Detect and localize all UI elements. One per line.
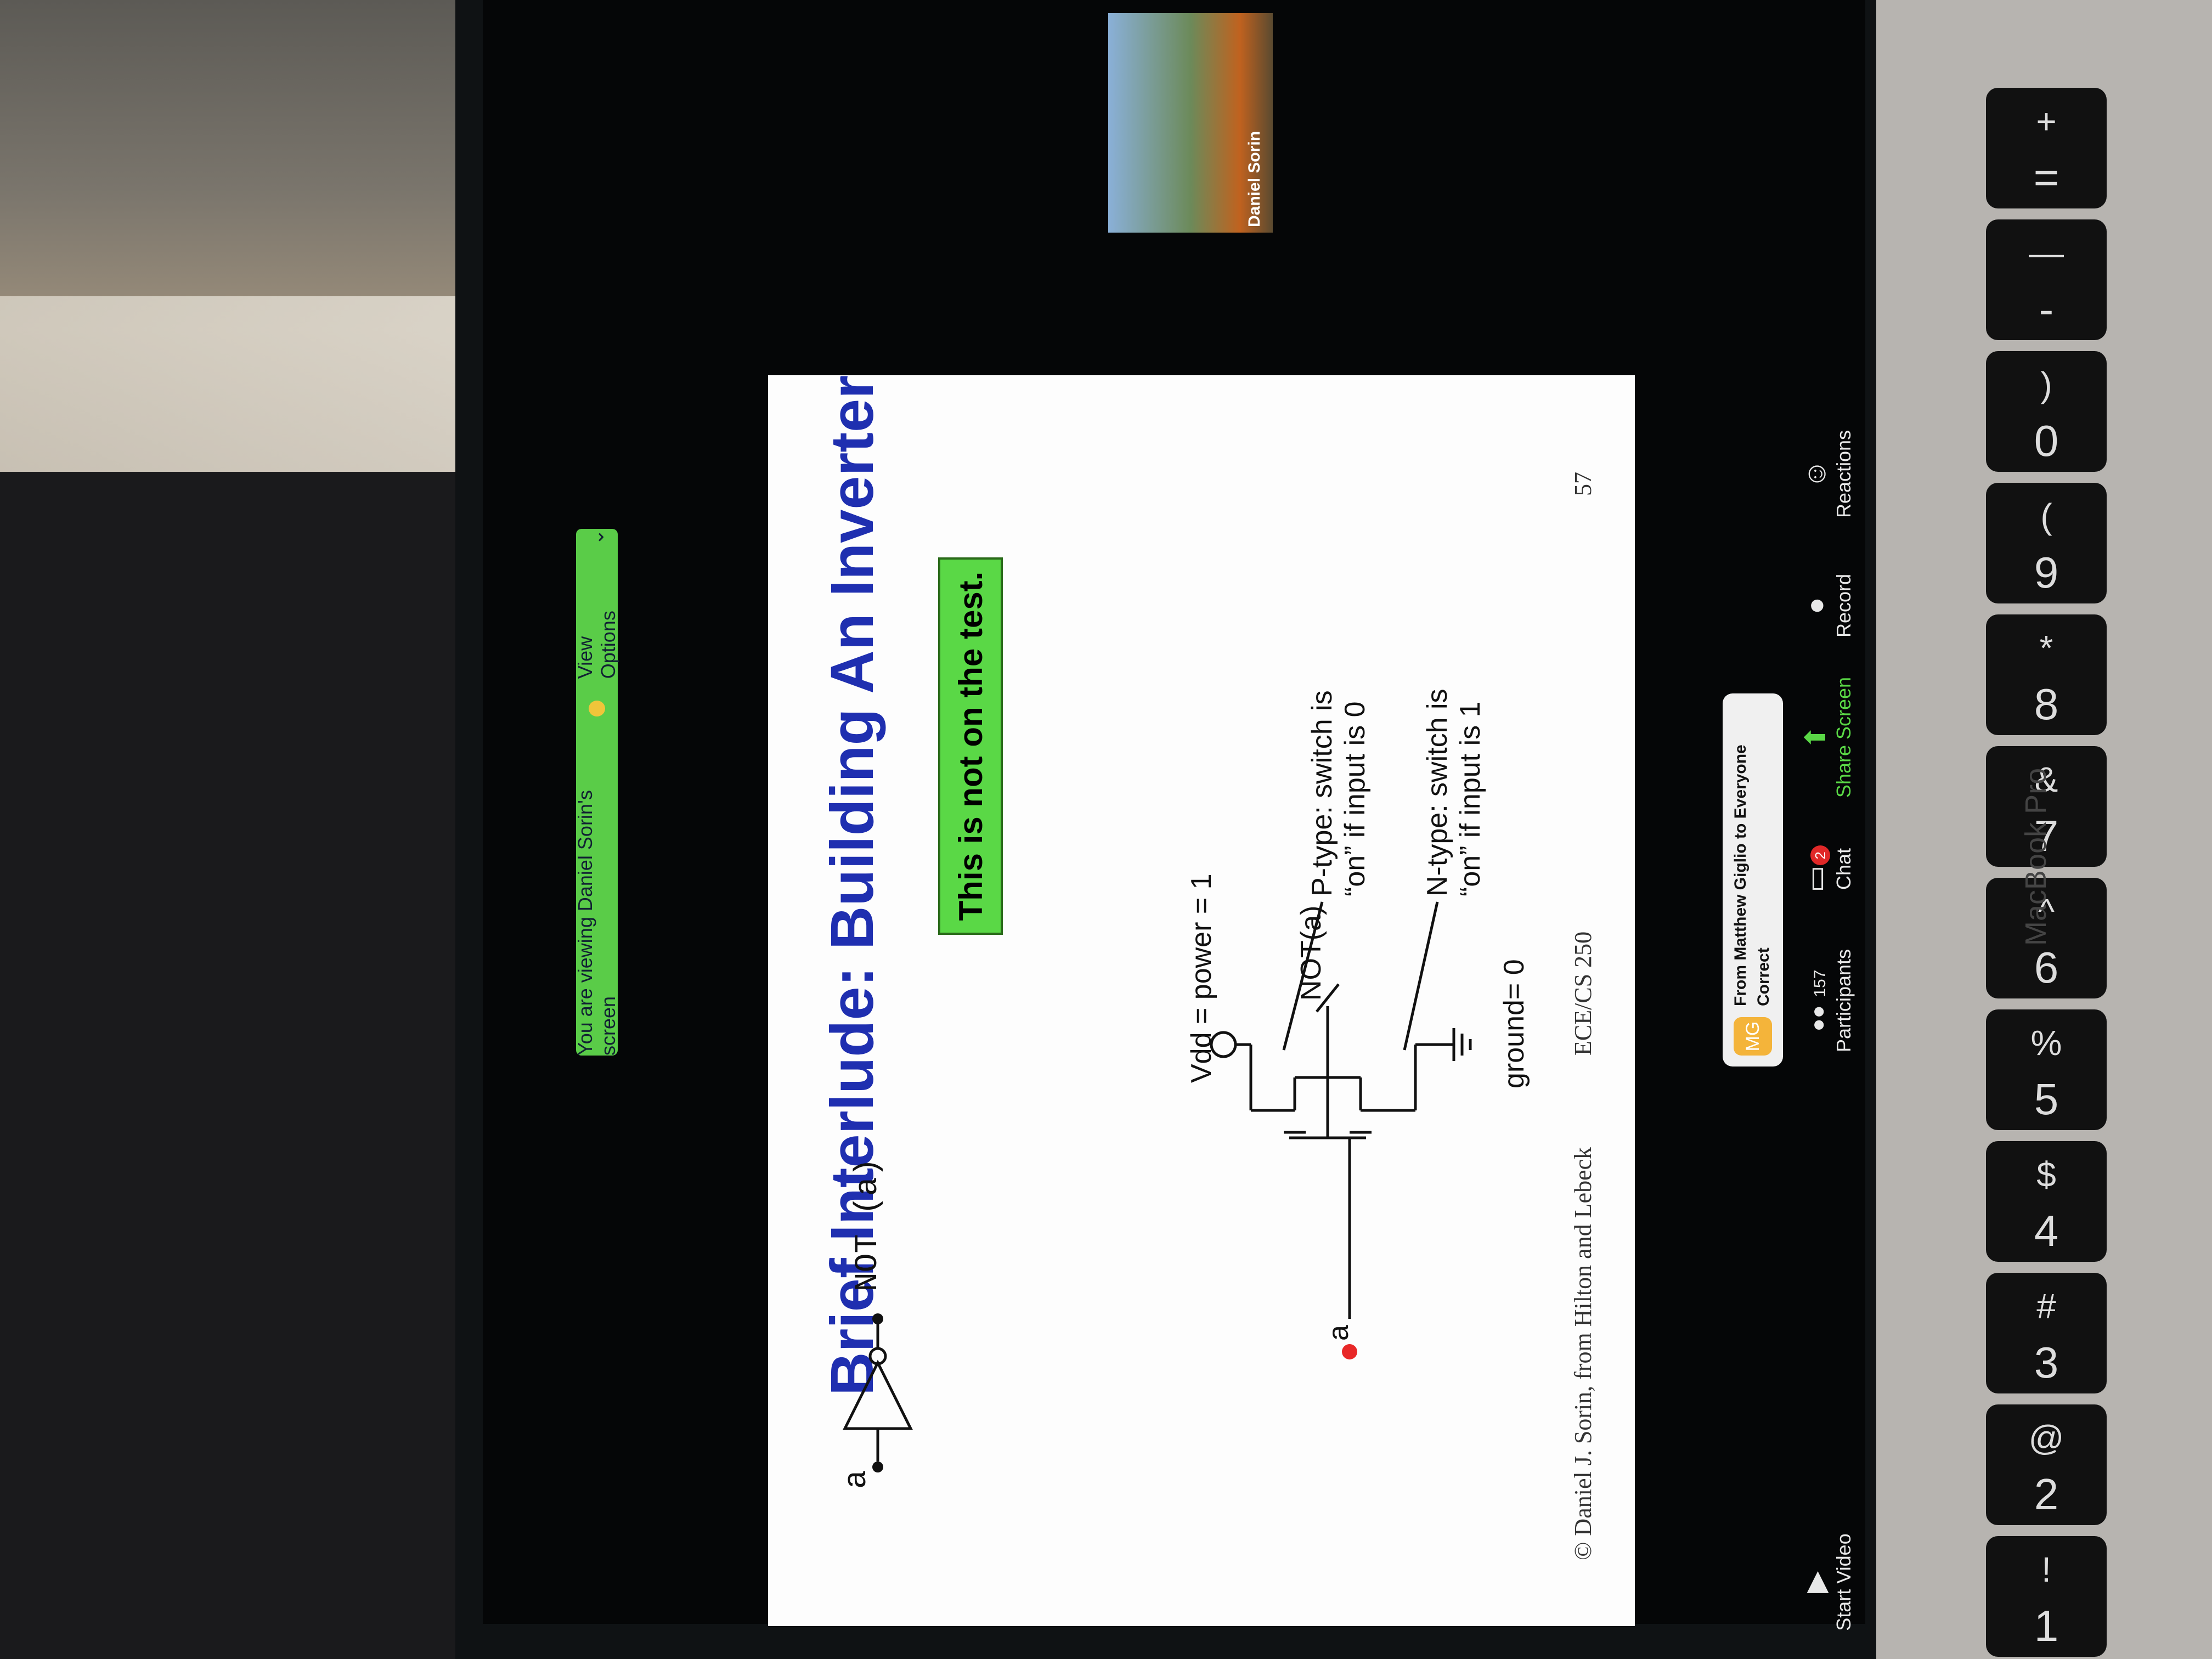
ptype-label-line2: “on” if input is 0 [1339, 701, 1371, 897]
share-screen-icon: ⬆ [1800, 725, 1832, 749]
participants-count: 157 [1811, 969, 1829, 997]
share-screen-button[interactable]: ⬆ Share Screen [1799, 672, 1855, 803]
reactions-label: Reactions [1832, 430, 1855, 518]
ptype-label-line1: P-type: switch is [1306, 690, 1338, 896]
participants-button[interactable]: ●● 157 Participants [1799, 935, 1855, 1066]
key-equals[interactable]: + = [1986, 88, 2107, 208]
cursor-dot [1342, 1344, 1357, 1359]
start-video-label: Start Video [1832, 1533, 1855, 1631]
key-4[interactable]: $4 [1986, 1141, 2107, 1262]
chevron-down-icon[interactable]: ⌄ [585, 529, 608, 545]
key-8[interactable]: * 8 [1986, 614, 2107, 735]
chat-label: Chat [1832, 848, 1855, 890]
key-2[interactable]: @2 [1986, 1404, 2107, 1525]
participants-label: Participants [1832, 949, 1855, 1053]
key-9[interactable]: (9 [1986, 483, 2107, 603]
speaker-name: Daniel Sorin [1245, 131, 1263, 227]
gate-input-label: a [839, 1470, 875, 1489]
gate-output-label: NOT (a) [850, 1158, 886, 1291]
chat-icon: ▭2 [1799, 803, 1832, 935]
record-button[interactable]: ● Record [1799, 540, 1855, 672]
ground-label: ground= 0 [1498, 959, 1530, 1088]
key-minus[interactable]: — - [1986, 219, 2107, 340]
shield-icon [589, 701, 605, 717]
video-off-icon: ▶ [1800, 1571, 1832, 1593]
reactions-button[interactable]: ☺ Reactions [1799, 408, 1855, 540]
banner-text: You are viewing Daniel Sorin's screen [574, 790, 619, 1056]
reactions-icon: ☺ [1800, 459, 1832, 489]
key-3[interactable]: #3 [1986, 1273, 2107, 1393]
chat-avatar: MG [1734, 1017, 1772, 1056]
view-options-button[interactable]: View Options [574, 567, 620, 679]
slide-footer-left: © Daniel J. Sorin, from Hilton and Lebec… [1570, 1147, 1596, 1560]
chat-sender: From Matthew Giglio to Everyone [1731, 744, 1750, 1006]
ntype-label-line1: N-type: switch is [1421, 689, 1453, 896]
participants-icon: ●● 157 [1806, 969, 1830, 1032]
chat-notification[interactable]: MG From Matthew Giglio to Everyone Corre… [1723, 693, 1783, 1066]
start-video-button[interactable]: ▶ Start Video [1799, 1516, 1855, 1648]
zoom-toolbar: ▶ Start Video ●● 157 Participants ▭2 Cha… [1799, 0, 1865, 1659]
output-dot [872, 1313, 883, 1324]
zoom-window: You are viewing Daniel Sorin's screen Vi… [461, 0, 2052, 1659]
share-screen-label: Share Screen [1832, 676, 1855, 798]
slide-page-number: 57 [1570, 472, 1596, 496]
chat-badge: 2 [1810, 845, 1830, 866]
vdd-label: Vdd = power = 1 [1186, 873, 1217, 1083]
record-label: Record [1832, 573, 1855, 638]
chat-button[interactable]: ▭2 Chat [1799, 803, 1855, 935]
record-icon: ● [1800, 597, 1832, 614]
key-5[interactable]: % 5 [1986, 1009, 2107, 1130]
screen-share-banner: You are viewing Daniel Sorin's screen Vi… [574, 529, 620, 1056]
key-0[interactable]: ) 0 [1986, 351, 2107, 472]
circuit-output-label: NOT(a) [1295, 905, 1327, 1001]
key-1[interactable]: ! 1 [1986, 1536, 2107, 1657]
slide-footer-center: ECE/CS 250 [1570, 931, 1596, 1056]
laptop-brand-label: MacBook Pro [2019, 768, 2052, 946]
ntype-label-line2: “on” if input is 1 [1454, 701, 1486, 897]
circuit-input-label: a [1323, 1325, 1355, 1341]
chat-message: Correct [1754, 947, 1773, 1006]
speaker-video-thumbnail[interactable]: Daniel Sorin [1108, 13, 1273, 233]
presentation-slide: Brief Interlude: Building An Inverter Th… [768, 375, 1635, 1626]
